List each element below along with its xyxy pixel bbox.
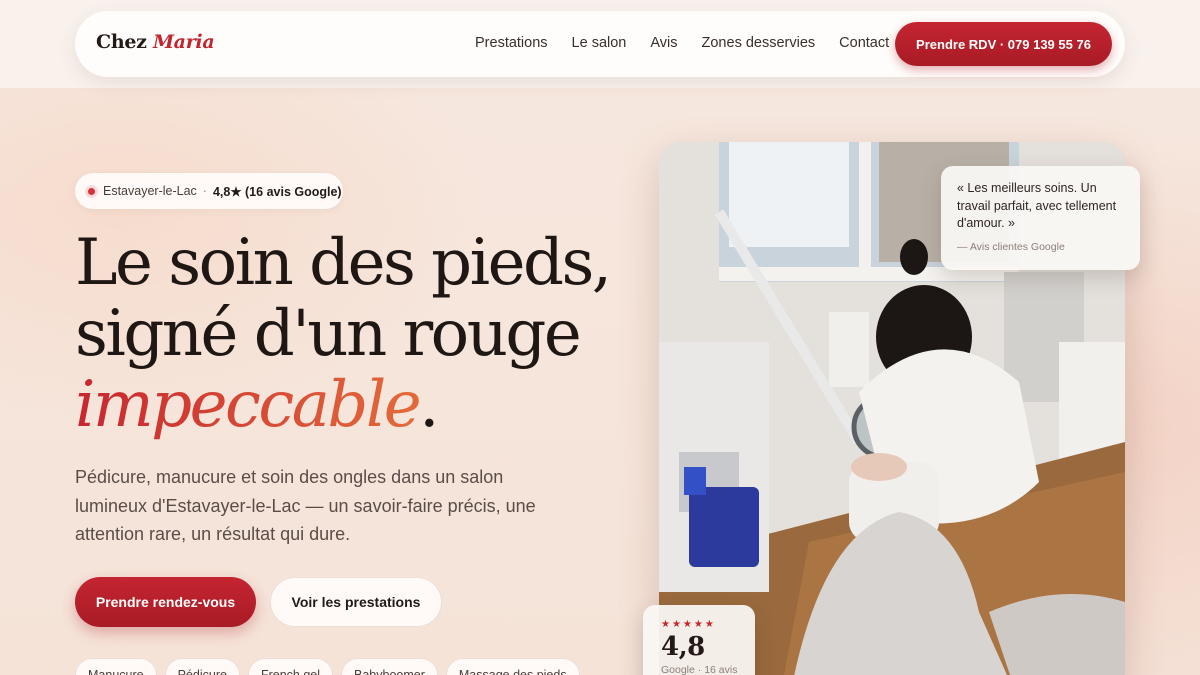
nav-link-prestations[interactable]: Prestations [475,35,548,51]
headline-period: . [419,368,439,442]
chip-manucure[interactable]: Manucure [75,658,157,675]
rating-card: ★★★★★ 4,8 Google · 16 avis [643,605,755,675]
brand-logo[interactable]: Chez Maria [96,31,215,53]
testimonial-source: — Avis clientes Google [957,240,1065,253]
star-rating-icon: ★★★★★ [661,619,716,630]
nav-link-avis[interactable]: Avis [650,35,677,51]
chip-french-gel[interactable]: French gel [247,658,333,675]
brand-prefix: Chez [96,31,147,53]
rating-value: 4,8 [661,632,705,662]
badge-location: Estavayer-le-Lac [103,184,197,198]
nav-booking-button[interactable]: Prendre RDV · 079 139 55 76 [895,22,1112,66]
testimonial-card: « Les meilleurs soins. Un travail parfai… [941,166,1140,270]
chip-babyboomer[interactable]: Babyboomer [341,658,438,675]
hero-description: Pédicure, manucure et soin des ongles da… [75,467,536,544]
location-dot-icon [88,187,95,195]
service-chips: Manucure Pédicure French gel Babyboomer … [75,658,588,675]
headline-line-1: Le soin des pieds, [75,226,612,300]
chip-pedicure[interactable]: Pédicure [164,658,240,675]
headline-line-2: signé d'un rouge [75,297,582,371]
testimonial-quote: « Les meilleurs soins. Un travail parfai… [957,181,1117,230]
view-services-button[interactable]: Voir les prestations [270,577,442,627]
navbar: Chez Maria Prestations Le salon Avis Zon… [75,11,1125,77]
rating-subtitle: Google · 16 avis [661,664,738,675]
brand-name: Maria [152,31,215,53]
nav-link-zones-desservies[interactable]: Zones desservies [702,35,816,51]
headline-accent: impeccable [75,368,422,442]
chip-massage-des-pieds[interactable]: Massage des pieds [445,658,580,675]
nav-links: Prestations Le salon Avis Zones desservi… [475,35,913,51]
badge-separator: · [202,184,207,198]
badge-rating: 4,8★ (16 avis Google) [212,184,342,199]
nav-link-contact[interactable]: Contact [839,35,889,51]
location-rating-badge: Estavayer-le-Lac · 4,8★ (16 avis Google) [75,173,343,209]
hero-headline: Le soin des pieds, signé d'un rouge impe… [75,228,635,441]
nav-link-le-salon[interactable]: Le salon [572,35,627,51]
book-appointment-button[interactable]: Prendre rendez-vous [75,577,256,627]
